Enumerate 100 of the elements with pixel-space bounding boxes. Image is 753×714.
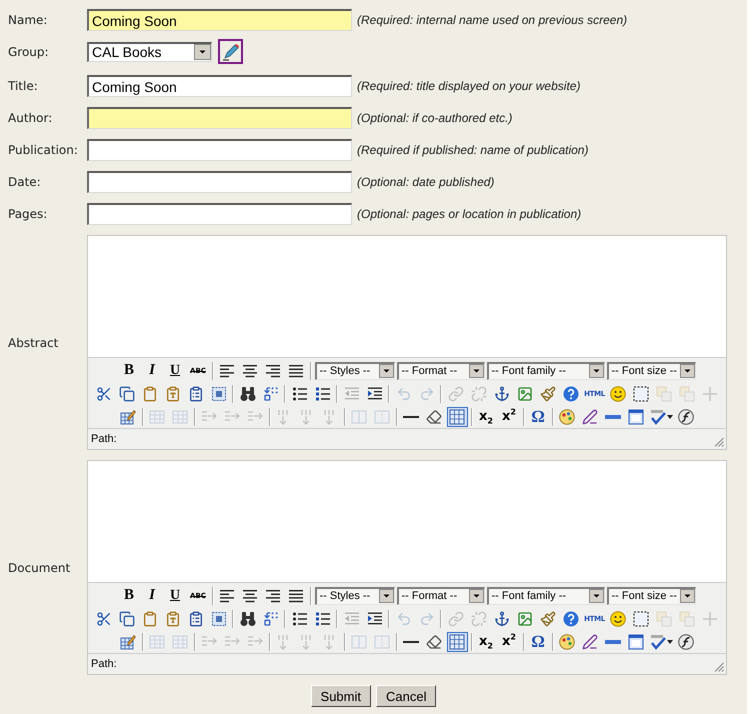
group-select[interactable]: CAL Books <box>87 42 212 62</box>
toolbar-button[interactable]: x$_{2}$ <box>476 632 496 652</box>
field-hint: (Optional: date published) <box>357 175 496 189</box>
toolbar-button[interactable]: U <box>164 360 186 380</box>
outdent-icon <box>344 610 360 626</box>
text-input[interactable]: Coming Soon <box>87 75 352 97</box>
toolbar-button[interactable]: x$^{2}$ <box>498 632 520 652</box>
table-icon <box>172 408 188 424</box>
align-right-icon <box>265 362 281 378</box>
toolbar-button[interactable] <box>608 384 629 404</box>
text-input[interactable] <box>87 139 352 161</box>
toolbar-button[interactable] <box>676 632 696 652</box>
align-left-icon <box>219 588 235 604</box>
toolbar-dropdown[interactable]: -- Font family -- <box>486 586 604 604</box>
field-label: Document <box>8 560 72 574</box>
toolbar-button[interactable] <box>608 608 629 628</box>
paintbrush-icon <box>540 610 556 626</box>
overlapping-squares-icon <box>656 386 672 402</box>
toolbar-button[interactable] <box>626 632 646 652</box>
overlapping-squares-icon <box>679 386 696 402</box>
caret-icon <box>468 364 484 378</box>
scissors-icon <box>96 386 112 402</box>
toolbar-button[interactable]: U <box>164 586 186 606</box>
toolbar-dropdown[interactable]: -- Styles -- <box>314 362 394 380</box>
text-input[interactable] <box>87 107 352 129</box>
check-icon <box>650 634 666 650</box>
caret-icon <box>680 589 694 603</box>
resize-grip-icon[interactable] <box>714 437 724 447</box>
horizontal-line-icon <box>403 640 419 642</box>
caret-icon <box>378 589 394 603</box>
palette-icon <box>559 408 575 424</box>
toolbar-button[interactable] <box>580 632 600 652</box>
overlapping-squares-icon <box>679 610 696 626</box>
toolbar-button[interactable] <box>626 406 646 426</box>
form-button[interactable]: Cancel <box>376 685 436 707</box>
field-label: Name: <box>8 13 48 27</box>
plus-icon <box>702 386 718 402</box>
table-grid-icon <box>449 408 465 424</box>
text-input[interactable] <box>87 171 352 193</box>
toolbar-button[interactable]: x$_{2}$ <box>476 406 496 426</box>
replace-icon <box>262 610 279 626</box>
toolbar-button[interactable] <box>676 406 696 426</box>
window-icon <box>628 408 644 424</box>
link-icon <box>448 386 464 402</box>
caret-icon <box>378 364 394 378</box>
binoculars-icon <box>240 610 256 626</box>
form-button[interactable]: Submit <box>310 685 371 707</box>
toolbar-button[interactable]: B <box>118 586 140 606</box>
field-label: Author: <box>8 111 54 125</box>
toolbar-dropdown[interactable]: -- Font size -- <box>606 586 696 604</box>
toolbar-button[interactable]: x$^{2}$ <box>498 406 520 426</box>
check-icon <box>650 408 666 424</box>
clipboard-icon <box>142 610 158 626</box>
path-label: Path: <box>91 658 117 670</box>
align-right-icon <box>265 588 281 604</box>
align-center-icon <box>242 588 258 604</box>
caret-icon <box>194 44 211 60</box>
table-icon <box>149 634 165 650</box>
anchor-icon <box>494 386 510 402</box>
toolbar-dropdown[interactable]: -- Format -- <box>396 362 484 380</box>
bullet-list-icon <box>292 610 308 626</box>
replace-icon <box>262 386 279 402</box>
field-label: Publication: <box>8 143 79 157</box>
align-center-icon <box>242 362 258 378</box>
dashed-square-icon <box>633 610 650 626</box>
resize-grip-icon[interactable] <box>714 662 724 672</box>
help-icon <box>562 386 579 402</box>
text-input[interactable] <box>87 203 352 225</box>
toolbar-button[interactable]: Ω <box>528 406 548 426</box>
image-icon <box>516 386 533 402</box>
field-hint: (Optional: pages or location in publication) <box>357 207 582 221</box>
toolbar-button[interactable]: B <box>118 360 140 380</box>
image-icon <box>516 610 533 626</box>
caret-icon <box>666 414 672 418</box>
link-icon <box>448 610 464 626</box>
text-input[interactable]: Coming Soon <box>87 9 352 31</box>
toolbar-dropdown[interactable]: -- Format -- <box>396 586 484 604</box>
field-label: Abstract <box>8 336 60 350</box>
help-icon <box>562 610 579 626</box>
merge-cells-icon <box>374 408 390 424</box>
toolbar-dropdown[interactable]: -- Font family -- <box>486 362 604 380</box>
toolbar-button[interactable] <box>580 406 600 426</box>
pencil-icon <box>222 42 240 60</box>
caret-icon <box>666 640 672 644</box>
split-cells-icon <box>351 634 367 650</box>
field-hint: (Required if published: name of publication) <box>357 143 590 157</box>
copy-icon <box>118 386 135 402</box>
eraser-icon <box>426 408 442 424</box>
edit-button[interactable] <box>218 39 243 64</box>
toolbar-button[interactable]: I <box>142 360 162 380</box>
align-justify-icon <box>288 362 304 378</box>
bullet-list-icon <box>292 386 308 402</box>
toolbar-button[interactable]: I <box>142 586 162 606</box>
toolbar-dropdown[interactable]: -- Font size -- <box>606 362 696 380</box>
table-icon <box>172 634 188 650</box>
toolbar-dropdown[interactable]: -- Styles -- <box>314 586 394 604</box>
toolbar-button[interactable]: Ω <box>528 632 548 652</box>
field-label: Pages: <box>8 207 48 221</box>
merge-cells-icon <box>374 634 390 650</box>
align-left-icon <box>219 362 235 378</box>
